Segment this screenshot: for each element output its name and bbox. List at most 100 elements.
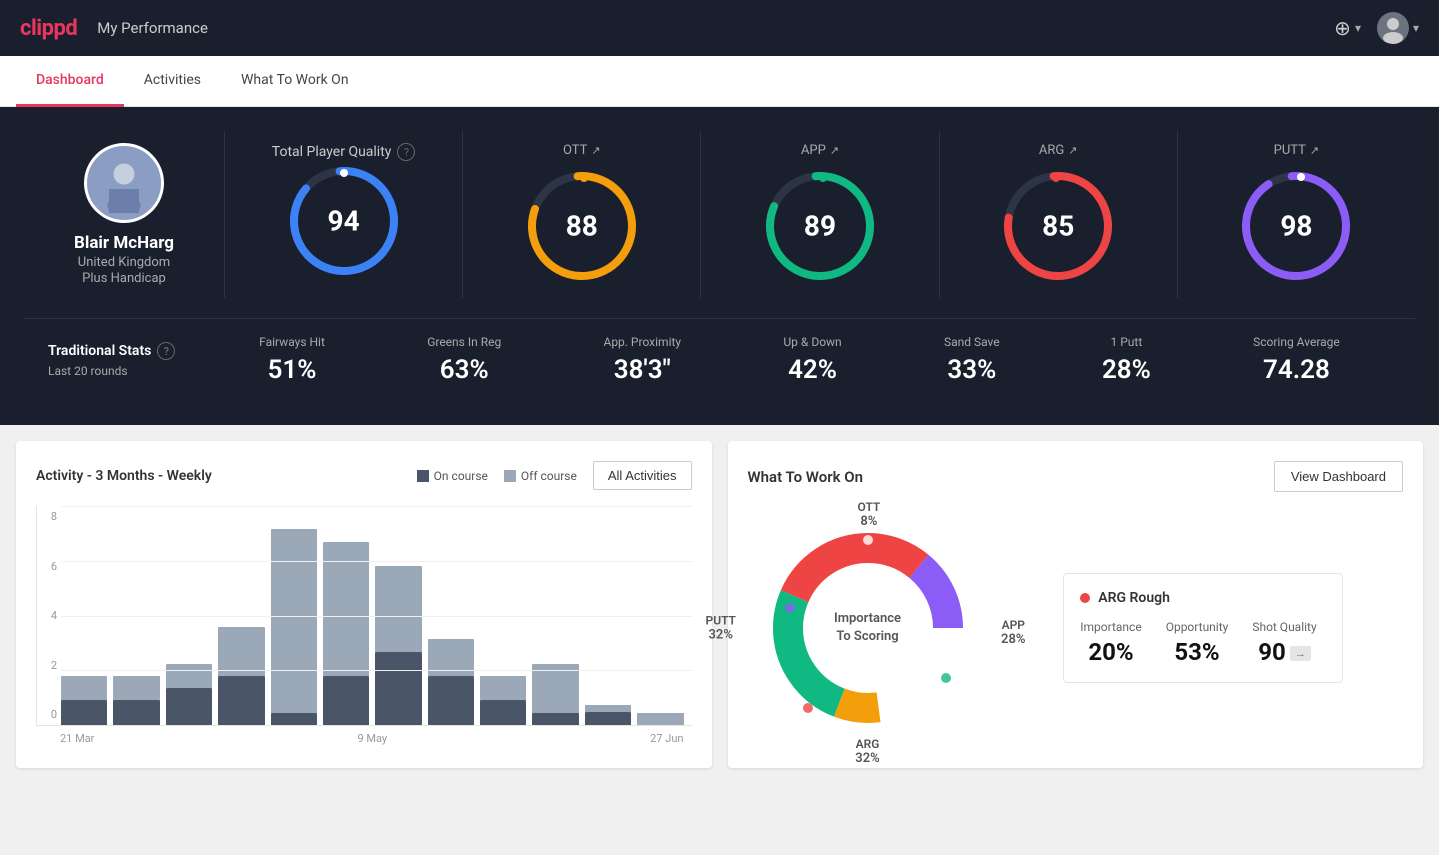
- bar-on-course: [271, 713, 317, 725]
- chart-header: Activity - 3 Months - Weekly On course O…: [36, 461, 692, 490]
- player-name: Blair McHarg: [74, 233, 174, 253]
- app-donut-label: APP28%: [1001, 618, 1025, 647]
- arg-panel: ARG ↗ 85: [940, 131, 1178, 298]
- legend-on-course: On course: [417, 469, 488, 483]
- bar-on-course: [480, 700, 526, 725]
- putt-value: 98: [1280, 210, 1312, 243]
- stat-sand-save: Sand Save 33%: [944, 335, 1000, 385]
- putt-gauge: 98: [1236, 166, 1356, 286]
- arg-arrow-icon: ↗: [1068, 144, 1077, 157]
- bar-group: [166, 505, 212, 725]
- activity-chart-panel: Activity - 3 Months - Weekly On course O…: [16, 441, 712, 768]
- logo: clippd: [20, 16, 77, 41]
- stat-greens-in-reg: Greens In Reg 63%: [427, 335, 501, 385]
- bar-stack: [166, 505, 212, 725]
- chart-title: Activity - 3 Months - Weekly: [36, 468, 212, 484]
- chart-legend: On course Off course: [417, 469, 577, 483]
- bar-group: [218, 505, 264, 725]
- shot-quality-badge: →: [1290, 646, 1311, 661]
- bar-off-course: [323, 542, 369, 676]
- bar-off-course: [637, 713, 683, 725]
- header-right: ⊕ ▾ ▾: [1334, 12, 1419, 44]
- bar-on-course: [428, 676, 474, 725]
- bar-group: [271, 505, 317, 725]
- ott-donut-label: OTT8%: [858, 500, 881, 529]
- chart-bars: [61, 506, 684, 725]
- legend-off-course-dot: [504, 470, 516, 482]
- trad-stats-subtitle: Last 20 rounds: [48, 364, 208, 378]
- arg-label: ARG ↗: [1039, 143, 1078, 158]
- bar-stack: [428, 505, 474, 725]
- bar-stack: [323, 505, 369, 725]
- bar-off-course: [271, 529, 317, 713]
- bar-group: [428, 505, 474, 725]
- player-info: Blair McHarg United Kingdom Plus Handica…: [24, 143, 224, 286]
- bar-group: [585, 505, 631, 725]
- arg-value: 85: [1042, 210, 1074, 243]
- hero-section: Blair McHarg United Kingdom Plus Handica…: [0, 107, 1439, 425]
- bar-group: [113, 505, 159, 725]
- ott-value: 88: [566, 210, 598, 243]
- bar-stack: [61, 505, 107, 725]
- bar-on-course: [113, 700, 159, 725]
- user-chevron: ▾: [1413, 21, 1419, 35]
- metric-shot-quality: Shot Quality 90→: [1252, 620, 1316, 666]
- tpq-panel: Total Player Quality ? 94: [225, 131, 463, 298]
- header-title: My Performance: [97, 19, 208, 37]
- bar-stack: [271, 505, 317, 725]
- tab-what-to-work-on[interactable]: What To Work On: [221, 56, 369, 107]
- bar-off-course: [585, 705, 631, 712]
- player-avatar: [84, 143, 164, 223]
- metric-importance: Importance 20%: [1080, 620, 1141, 666]
- stats-panels: Total Player Quality ? 94 OTT ↗: [224, 131, 1415, 298]
- add-icon: ⊕: [1334, 16, 1351, 40]
- bar-off-course: [480, 676, 526, 700]
- bar-stack: [375, 505, 421, 725]
- wtwo-content: Importance To Scoring OTT8% APP28% ARG32…: [748, 508, 1404, 748]
- trad-stats-help-icon[interactable]: ?: [157, 342, 175, 360]
- hero-top: Blair McHarg United Kingdom Plus Handica…: [24, 131, 1415, 298]
- detail-card-dot: [1080, 593, 1090, 603]
- trad-stats-title: Traditional Stats ?: [48, 342, 208, 360]
- bottom-panels: Activity - 3 Months - Weekly On course O…: [0, 425, 1439, 784]
- tpq-value: 94: [328, 205, 360, 238]
- stat-fairways-hit: Fairways Hit 51%: [259, 335, 325, 385]
- player-country: United Kingdom: [78, 255, 170, 270]
- add-button[interactable]: ⊕ ▾: [1334, 16, 1361, 40]
- traditional-stats: Traditional Stats ? Last 20 rounds Fairw…: [24, 318, 1415, 405]
- metric-opportunity: Opportunity 53%: [1166, 620, 1229, 666]
- arg-donut-label: ARG32%: [855, 737, 879, 766]
- stat-up-down: Up & Down 42%: [783, 335, 841, 385]
- bar-group: [323, 505, 369, 725]
- bar-off-course: [61, 676, 107, 700]
- view-dashboard-button[interactable]: View Dashboard: [1274, 461, 1403, 492]
- bar-stack: [637, 505, 683, 725]
- wtwo-header: What To Work On View Dashboard: [748, 461, 1404, 492]
- stat-1-putt: 1 Putt 28%: [1102, 335, 1151, 385]
- legend-on-course-dot: [417, 470, 429, 482]
- tab-dashboard[interactable]: Dashboard: [16, 56, 124, 107]
- bar-stack: [585, 505, 631, 725]
- bar-stack: [480, 505, 526, 725]
- trad-stats-items: Fairways Hit 51% Greens In Reg 63% App. …: [208, 335, 1391, 385]
- bar-group: [637, 505, 683, 725]
- tab-activities[interactable]: Activities: [124, 56, 221, 107]
- bar-off-course: [218, 627, 264, 676]
- bar-off-course: [166, 664, 212, 688]
- ott-panel: OTT ↗ 88: [463, 131, 701, 298]
- ott-arrow-icon: ↗: [591, 144, 600, 157]
- bar-stack: [113, 505, 159, 725]
- ott-gauge: 88: [522, 166, 642, 286]
- app-arrow-icon: ↗: [830, 144, 839, 157]
- user-menu[interactable]: ▾: [1377, 12, 1419, 44]
- bar-on-course: [323, 676, 369, 725]
- tpq-help-icon[interactable]: ?: [397, 143, 415, 161]
- trad-stats-label: Traditional Stats ? Last 20 rounds: [48, 342, 208, 378]
- all-activities-button[interactable]: All Activities: [593, 461, 692, 490]
- bar-on-course: [375, 652, 421, 725]
- header-left: clippd My Performance: [20, 16, 208, 41]
- detail-card: ARG Rough Importance 20% Opportunity 53%…: [1063, 573, 1343, 683]
- stat-scoring-average: Scoring Average 74.28: [1253, 335, 1340, 385]
- logo-text: clippd: [20, 16, 77, 41]
- header: clippd My Performance ⊕ ▾ ▾: [0, 0, 1439, 56]
